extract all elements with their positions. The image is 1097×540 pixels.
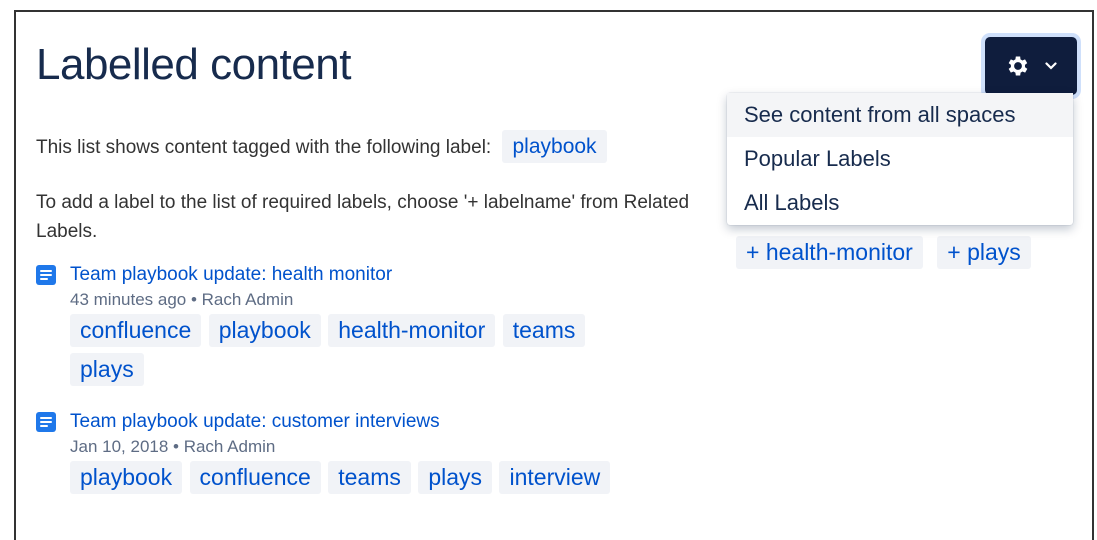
gear-icon (1008, 56, 1028, 76)
result-labels: confluence playbook health-monitor teams… (70, 314, 670, 392)
result-header: Team playbook update: customer interview… (36, 409, 696, 435)
chevron-down-icon (1045, 62, 1057, 70)
help-text: To add a label to the list of required l… (36, 192, 690, 242)
label-tag[interactable]: playbook (70, 461, 183, 494)
label-tag[interactable]: interview (499, 461, 611, 494)
related-label[interactable]: + plays (937, 236, 1031, 269)
label-tag[interactable]: health-monitor (328, 314, 496, 347)
result-meta: Jan 10, 2018 • Rach Admin (70, 437, 276, 456)
intro-line: This list shows content tagged with the … (36, 130, 610, 163)
label-tag[interactable]: teams (502, 314, 586, 347)
related-labels: + health-monitor + plays (736, 236, 1041, 269)
page-icon (36, 265, 56, 285)
settings-menu-button[interactable] (985, 37, 1077, 95)
result-labels: playbook confluence teams plays intervie… (70, 461, 670, 500)
related-label[interactable]: + health-monitor (736, 236, 923, 269)
menu-item-all-labels[interactable]: All Labels (727, 181, 1073, 225)
current-label[interactable]: playbook (502, 130, 607, 163)
label-tag[interactable]: confluence (70, 314, 202, 347)
settings-dropdown-menu: See content from all spaces Popular Labe… (727, 93, 1073, 225)
result-item: Team playbook update: health monitor 43 … (36, 262, 696, 392)
label-tag[interactable]: teams (328, 461, 411, 494)
result-item: Team playbook update: customer interview… (36, 409, 696, 500)
result-header: Team playbook update: health monitor (36, 262, 696, 288)
menu-item-see-content-all-spaces[interactable]: See content from all spaces (727, 93, 1073, 137)
page-title: Labelled content (36, 40, 351, 89)
menu-item-popular-labels[interactable]: Popular Labels (727, 137, 1073, 181)
page-icon (36, 412, 56, 432)
result-title-link[interactable]: Team playbook update: health monitor (70, 264, 392, 286)
label-tag[interactable]: plays (418, 461, 493, 494)
label-tag[interactable]: plays (70, 353, 144, 386)
results-list: Team playbook update: health monitor 43 … (36, 262, 696, 517)
intro-text: This list shows content tagged with the … (36, 137, 492, 158)
result-title-link[interactable]: Team playbook update: customer interview… (70, 411, 440, 433)
label-tag[interactable]: confluence (189, 461, 321, 494)
result-meta: 43 minutes ago • Rach Admin (70, 290, 294, 309)
label-tag[interactable]: playbook (208, 314, 321, 347)
